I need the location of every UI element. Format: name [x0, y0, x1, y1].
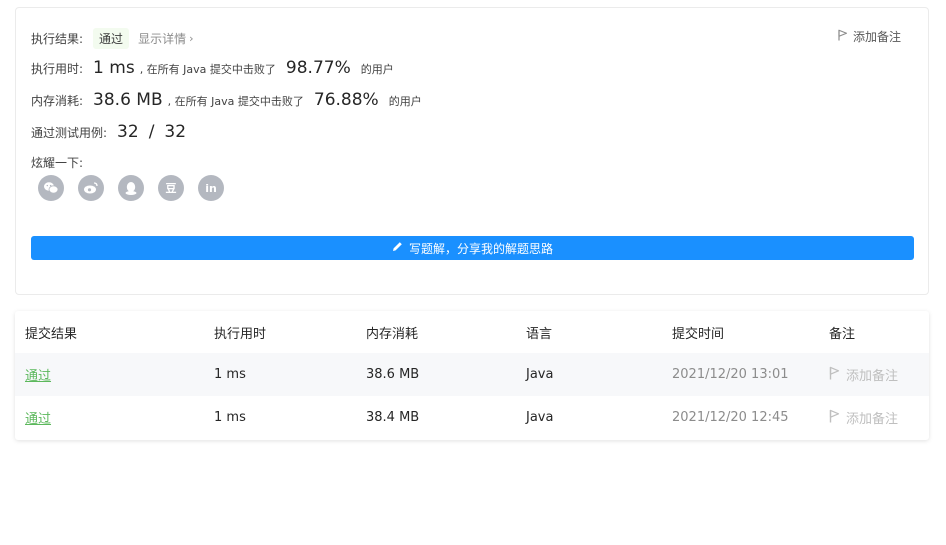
- show-details-link[interactable]: 显示详情 ›: [138, 30, 193, 47]
- write-solution-button[interactable]: 写题解，分享我的解题思路: [31, 236, 914, 260]
- row-language: Java: [526, 367, 554, 382]
- runtime-label: 执行用时:: [31, 62, 84, 76]
- header-runtime: 执行用时: [214, 326, 267, 342]
- row-language: Java: [526, 410, 554, 425]
- pencil-icon: [392, 241, 403, 255]
- row-add-note-button[interactable]: 添加备注: [829, 353, 898, 396]
- add-note-label: 添加备注: [852, 30, 901, 44]
- memory-percent: 76.88%: [313, 90, 379, 110]
- row-add-note-label: 添加备注: [846, 369, 899, 384]
- share-label: 炫耀一下:: [31, 156, 84, 170]
- runtime-beat-text: , 在所有 Java 提交中击败了: [139, 63, 276, 76]
- write-solution-label: 写题解，分享我的解题思路: [408, 241, 553, 256]
- row-memory: 38.4 MB: [366, 410, 420, 425]
- table-row: 通过 1 ms 38.6 MB Java 2021/12/20 13:01 添加…: [15, 353, 929, 396]
- add-note-button[interactable]: 添加备注: [838, 28, 901, 45]
- status-row: 执行结果: 通过 显示详情 ›: [31, 28, 193, 49]
- result-link[interactable]: 通过: [25, 365, 51, 384]
- header-memory: 内存消耗: [366, 326, 419, 342]
- status-label: 执行结果:: [31, 32, 84, 46]
- row-runtime: 1 ms: [214, 410, 246, 425]
- row-submit-time: 2021/12/20 12:45: [672, 410, 789, 425]
- row-runtime: 1 ms: [214, 367, 246, 382]
- header-language: 语言: [526, 326, 553, 342]
- table-header: 提交结果 执行用时 内存消耗 语言 提交时间 备注: [15, 311, 929, 353]
- tests-total: 32: [164, 122, 187, 142]
- status-badge: 通过: [93, 28, 130, 49]
- row-submit-time: 2021/12/20 13:01: [672, 367, 789, 382]
- wechat-icon[interactable]: [38, 175, 64, 201]
- tests-separator: /: [148, 122, 155, 142]
- tests-row: 通过测试用例: 32 / 32: [31, 122, 186, 142]
- show-details-label: 显示详情: [138, 32, 187, 46]
- header-note: 备注: [829, 326, 856, 342]
- douban-icon[interactable]: 豆: [158, 175, 184, 201]
- memory-beat-text: , 在所有 Java 提交中击败了: [167, 95, 304, 108]
- runtime-percent: 98.77%: [285, 58, 351, 78]
- qq-icon[interactable]: [118, 175, 144, 201]
- memory-row: 内存消耗: 38.6 MB , 在所有 Java 提交中击败了 76.88% 的…: [31, 90, 422, 110]
- row-memory: 38.6 MB: [366, 367, 420, 382]
- result-card: 执行结果: 通过 显示详情 › 添加备注 执行用时: 1 ms , 在所有 Ja…: [15, 7, 929, 295]
- share-icons: 豆 in: [38, 175, 224, 201]
- runtime-suffix: 的用户: [360, 63, 394, 76]
- row-add-note-label: 添加备注: [846, 412, 899, 427]
- row-add-note-button[interactable]: 添加备注: [829, 396, 898, 439]
- memory-value: 38.6 MB: [93, 90, 163, 110]
- memory-label: 内存消耗:: [31, 94, 84, 108]
- douban-glyph: 豆: [165, 182, 177, 195]
- submissions-table: 提交结果 执行用时 内存消耗 语言 提交时间 备注 通过 1 ms 38.6 M…: [15, 311, 929, 440]
- runtime-row: 执行用时: 1 ms , 在所有 Java 提交中击败了 98.77% 的用户: [31, 58, 394, 78]
- memory-suffix: 的用户: [388, 95, 422, 108]
- tests-passed: 32: [117, 122, 139, 142]
- linkedin-icon[interactable]: in: [198, 175, 224, 201]
- linkedin-glyph: in: [205, 181, 217, 195]
- header-submit-time: 提交时间: [672, 326, 725, 342]
- result-link[interactable]: 通过: [25, 408, 51, 427]
- header-result: 提交结果: [25, 326, 78, 342]
- flag-icon: [829, 366, 840, 384]
- flag-icon: [829, 409, 840, 427]
- runtime-value: 1 ms: [93, 58, 135, 78]
- tests-label: 通过测试用例:: [31, 126, 108, 140]
- chevron-right-icon: ›: [189, 32, 194, 45]
- table-row: 通过 1 ms 38.4 MB Java 2021/12/20 12:45 添加…: [15, 396, 929, 439]
- flag-icon: [838, 29, 848, 44]
- weibo-icon[interactable]: [78, 175, 104, 201]
